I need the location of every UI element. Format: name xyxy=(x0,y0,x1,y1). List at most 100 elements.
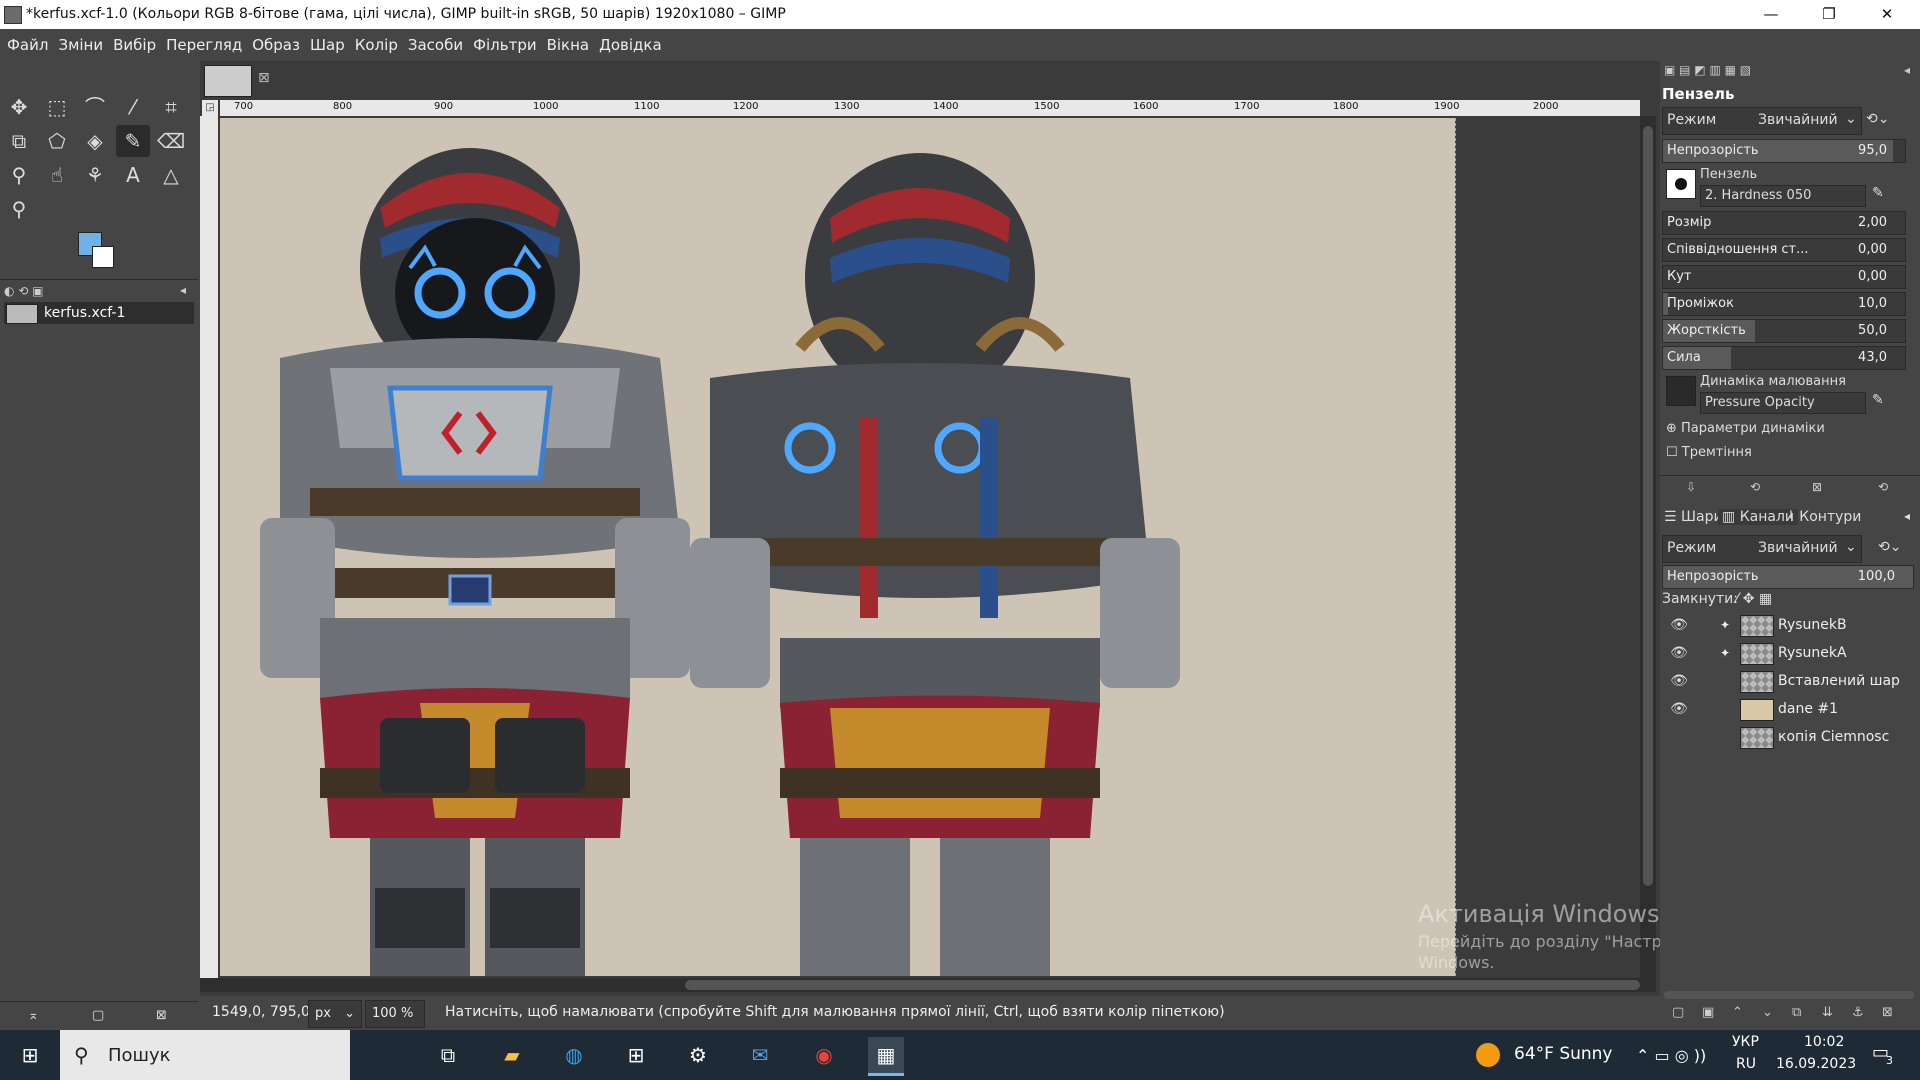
menu-help[interactable]: Довідка xyxy=(594,29,667,61)
close-button[interactable]: ✕ xyxy=(1858,0,1916,29)
layer-row[interactable]: 👁 ✦ RysunekB xyxy=(1660,611,1904,639)
menu-select[interactable]: Вибір xyxy=(108,29,161,61)
force-slider[interactable]: Сила 43,0 xyxy=(1662,346,1906,370)
menu-windows[interactable]: Вікна xyxy=(542,29,595,61)
chain-link-icon[interactable]: ✦ xyxy=(1720,639,1730,667)
dock-tab-icons[interactable]: ▣ ▤ ◩ ▥ ▦ ▧ xyxy=(1664,63,1751,77)
menu-image[interactable]: Образ xyxy=(247,29,305,61)
unit-selector[interactable]: px ⌄ xyxy=(308,1000,362,1028)
vertical-ruler[interactable] xyxy=(200,116,218,978)
background-color-swatch[interactable] xyxy=(92,246,114,268)
configure-tab-icon[interactable]: ◂ xyxy=(180,283,186,297)
eraser-tool-icon[interactable]: ⌫ xyxy=(154,125,188,157)
chain-link-icon[interactable]: ✦ xyxy=(1720,611,1730,639)
layer-opacity-slider[interactable]: Непрозорість 100,0 xyxy=(1662,565,1914,589)
new-view-icon[interactable]: ▢ xyxy=(92,1008,104,1023)
image-tab-thumbnail[interactable] xyxy=(204,65,252,97)
menu-filters[interactable]: Фільтри xyxy=(468,29,542,61)
vertical-scrollbar[interactable] xyxy=(1640,116,1656,978)
mode-selector[interactable]: Режим Звичайний ⌄ xyxy=(1662,107,1862,135)
clock-date[interactable]: 16.09.2023 xyxy=(1776,1056,1856,1072)
brush-preview[interactable] xyxy=(1666,169,1696,199)
edge-browser-icon[interactable]: ◍ xyxy=(556,1037,592,1073)
save-options-icon[interactable]: ⇩ xyxy=(1686,480,1696,494)
lower-layer-icon[interactable]: ⌄ xyxy=(1762,1005,1773,1020)
weather-sun-icon[interactable] xyxy=(1476,1043,1500,1067)
delete-icon[interactable]: ⊠ xyxy=(156,1008,167,1023)
new-group-icon[interactable]: ▣ xyxy=(1702,1005,1714,1020)
menu-colors[interactable]: Колір xyxy=(350,29,403,61)
dynamics-preview[interactable] xyxy=(1666,376,1696,406)
rect-select-tool-icon[interactable]: ⬚ xyxy=(40,91,74,123)
layer-row[interactable]: копія Ciemnosc xyxy=(1660,723,1904,751)
move-tool-icon[interactable]: ✥ xyxy=(2,91,36,123)
windows-start-icon[interactable]: ⊞ xyxy=(12,1037,48,1073)
fuzzy-select-tool-icon[interactable]: ⁄ xyxy=(116,91,150,123)
tab-paths[interactable]: ⌇ Контури xyxy=(1788,509,1861,525)
taskbar-search[interactable]: ⚲ Пошук xyxy=(60,1030,350,1080)
store-icon[interactable]: ⊞ xyxy=(618,1037,654,1073)
layer-row[interactable]: 👁 Вставлений шар xyxy=(1660,667,1904,695)
hardness-slider[interactable]: Жорсткість 50,0 xyxy=(1662,319,1906,343)
menu-layer[interactable]: Шар xyxy=(305,29,350,61)
file-explorer-icon[interactable]: ▰ xyxy=(494,1037,530,1073)
visibility-eye-icon[interactable]: 👁 xyxy=(1670,617,1688,633)
aspect-ratio-slider[interactable]: Співвідношення ст... 0,00 xyxy=(1662,238,1906,262)
clock-time[interactable]: 10:02 xyxy=(1804,1034,1844,1050)
mail-icon[interactable]: ✉ xyxy=(742,1037,778,1073)
tray-icons[interactable]: ⌃ ▭ ◎ )) xyxy=(1636,1046,1706,1065)
layer-row[interactable]: 👁 dane #1 xyxy=(1660,695,1904,723)
zoom-selector[interactable]: 100 %⌄ xyxy=(365,1000,425,1047)
horizontal-scrollbar[interactable] xyxy=(200,978,1656,992)
layers-scrollbar[interactable] xyxy=(1664,991,1914,999)
reset-options-icon[interactable]: ⟲ xyxy=(1878,480,1888,494)
visibility-eye-icon[interactable]: 👁 xyxy=(1670,701,1688,717)
menu-edit[interactable]: Зміни xyxy=(53,29,108,61)
size-slider[interactable]: Розмір 2,00 xyxy=(1662,211,1906,235)
delete-options-icon[interactable]: ⊠ xyxy=(1812,480,1822,494)
clone-tool-icon[interactable]: ⚲ xyxy=(2,159,36,191)
text-tool-icon[interactable]: A xyxy=(116,159,150,191)
delete-layer-icon[interactable]: ⊠ xyxy=(1882,1005,1893,1020)
weather-text[interactable]: 64°F Sunny xyxy=(1514,1044,1613,1064)
visibility-eye-icon[interactable]: 👁 xyxy=(1670,673,1688,689)
maximize-button[interactable]: ❐ xyxy=(1800,0,1858,29)
tab-channels[interactable]: ▥ Канали xyxy=(1718,509,1798,525)
measure-tool-icon[interactable]: △ xyxy=(154,159,188,191)
quickmask-corner[interactable]: ◲ xyxy=(202,100,218,116)
zoom-tool-icon[interactable]: ⚲ xyxy=(2,193,36,225)
configure-tab-icon[interactable]: ◂ xyxy=(1904,63,1910,77)
restore-options-icon[interactable]: ⟲ xyxy=(1750,480,1760,494)
anchor-layer-icon[interactable]: ⚓ xyxy=(1852,1005,1864,1020)
angle-slider[interactable]: Кут 0,00 xyxy=(1662,265,1906,289)
duplicate-layer-icon[interactable]: ⧉ xyxy=(1792,1005,1801,1020)
layer-mode-selector[interactable]: Режим Звичайний ⌄ xyxy=(1662,535,1862,563)
brush-name[interactable]: 2. Hardness 050 xyxy=(1700,185,1866,207)
spacing-slider[interactable]: Проміжок 10,0 xyxy=(1662,292,1906,316)
unified-transform-tool-icon[interactable]: ⧉ xyxy=(2,125,36,157)
images-tab-icons[interactable]: ◐ ⟲ ▣ xyxy=(4,284,44,298)
chrome-icon[interactable]: ◉ xyxy=(806,1037,842,1073)
visibility-eye-icon[interactable]: 👁 xyxy=(1670,645,1688,661)
jitter-checkbox[interactable]: ☐ Тремтіння xyxy=(1666,445,1752,460)
edit-dynamics-icon[interactable]: ✎ xyxy=(1872,392,1884,408)
paths-tool-icon[interactable]: ⚘ xyxy=(78,159,112,191)
bucket-fill-tool-icon[interactable]: ◈ xyxy=(78,125,112,157)
raise-icon[interactable]: ⌅ xyxy=(28,1008,39,1023)
tab-close-icon[interactable]: ⊠ xyxy=(258,70,270,86)
minimize-button[interactable]: — xyxy=(1742,0,1800,29)
tab-layers[interactable]: ☰ Шари xyxy=(1664,509,1723,525)
lasso-tool-icon[interactable]: ⌒ xyxy=(78,91,112,123)
layer-row[interactable]: 👁 ✦ RysunekA xyxy=(1660,639,1904,667)
task-view-icon[interactable]: ⧉ xyxy=(430,1037,466,1073)
menu-file[interactable]: Файл xyxy=(2,29,53,61)
vertical-scroll-thumb[interactable] xyxy=(1643,126,1653,886)
dynamics-options-expander[interactable]: ⊕ Параметри динаміки xyxy=(1666,421,1825,436)
paintbrush-tool-icon[interactable]: ✎ xyxy=(116,125,150,157)
lock-icons[interactable]: ⁄ ✥ ▦ xyxy=(1736,591,1772,607)
horizontal-scroll-thumb[interactable] xyxy=(685,980,1640,990)
configure-tab-icon[interactable]: ◂ xyxy=(1904,509,1910,523)
menu-tools[interactable]: Засоби xyxy=(403,29,468,61)
settings-gear-icon[interactable]: ⚙ xyxy=(680,1037,716,1073)
edit-brush-icon[interactable]: ✎ xyxy=(1872,185,1884,201)
